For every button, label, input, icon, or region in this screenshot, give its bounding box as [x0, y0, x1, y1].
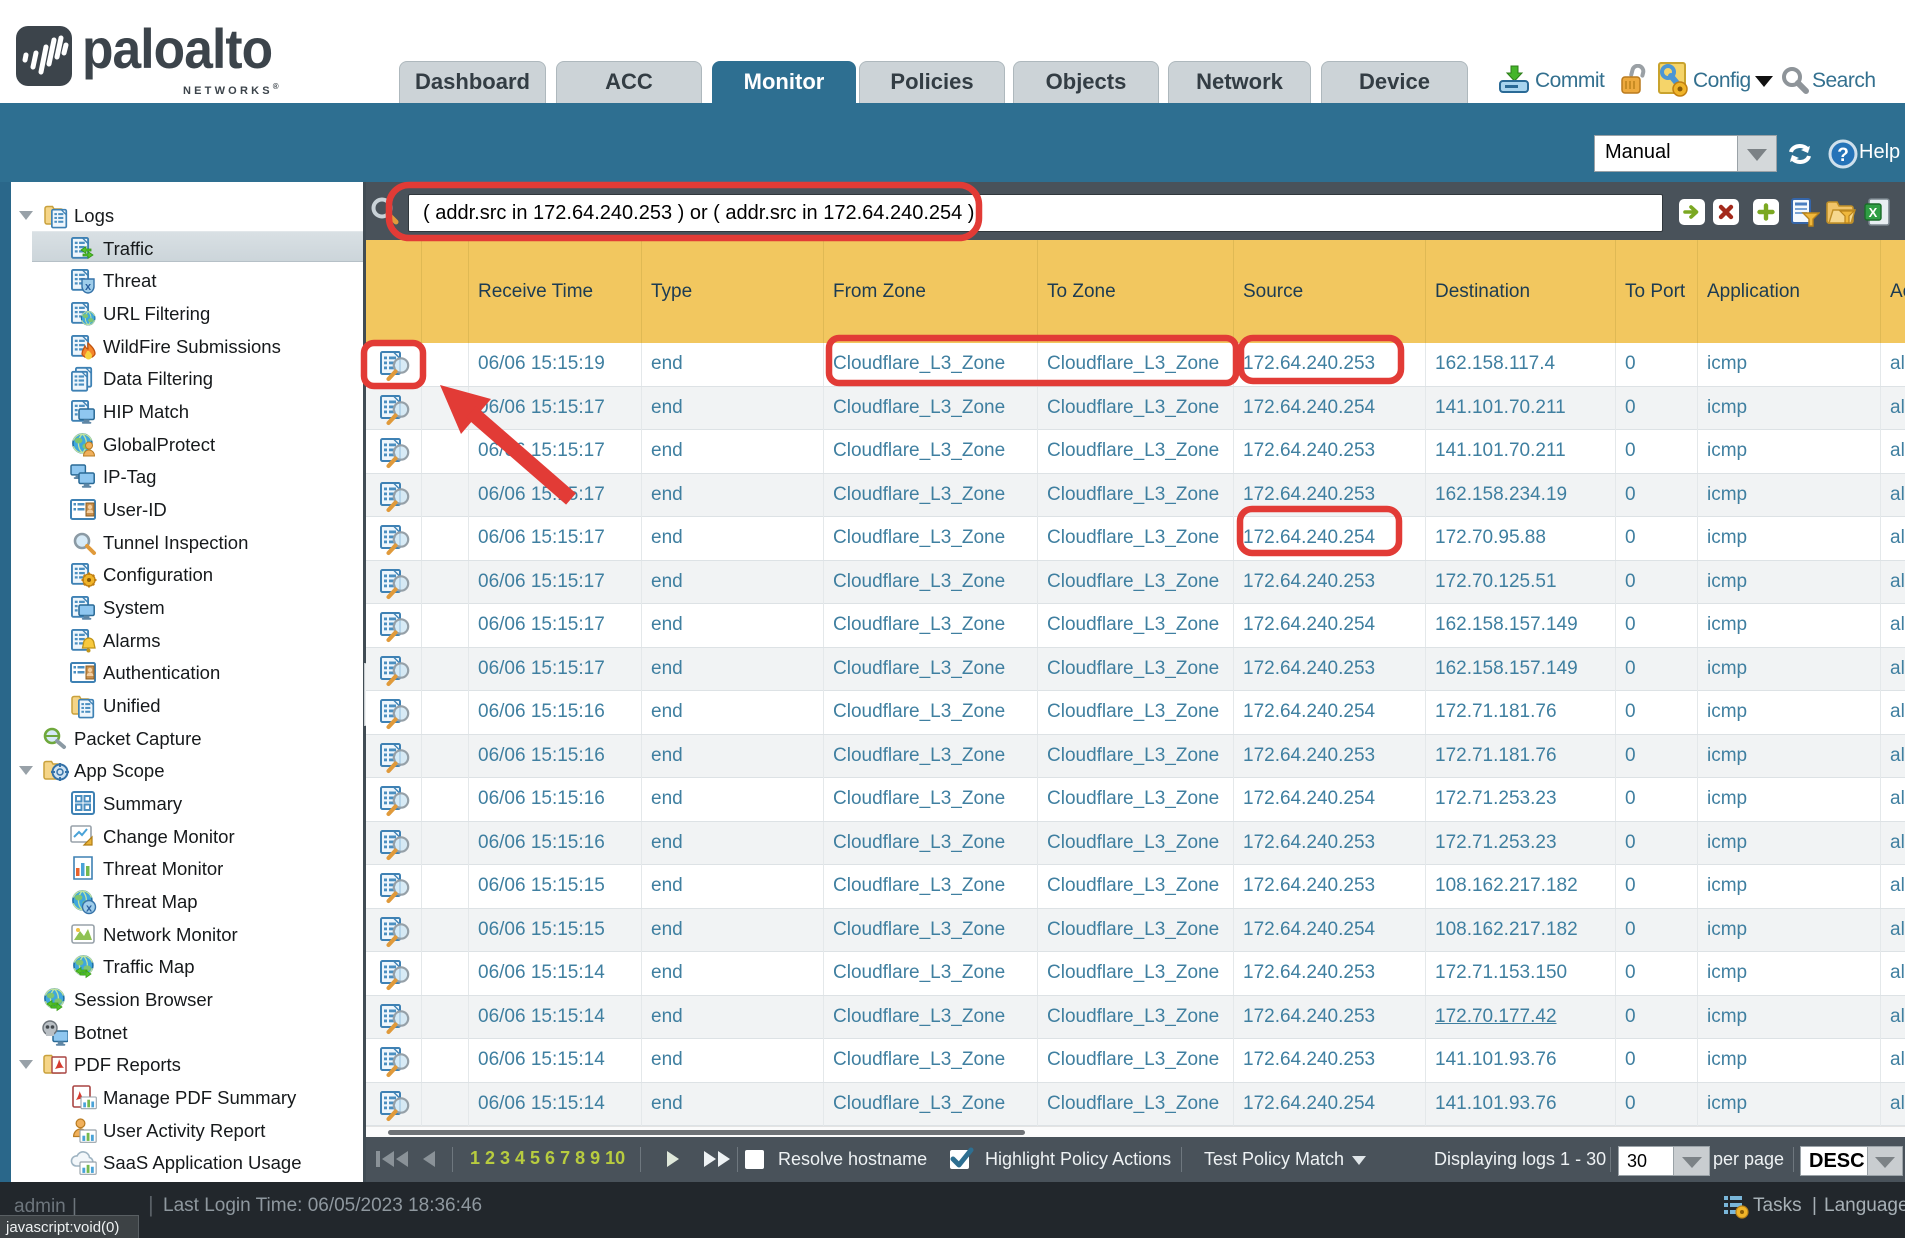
svg-text:X: X	[1869, 205, 1878, 220]
svg-text:?: ?	[1837, 145, 1849, 166]
svg-text:x: x	[86, 903, 93, 915]
svg-text:x: x	[85, 281, 92, 293]
